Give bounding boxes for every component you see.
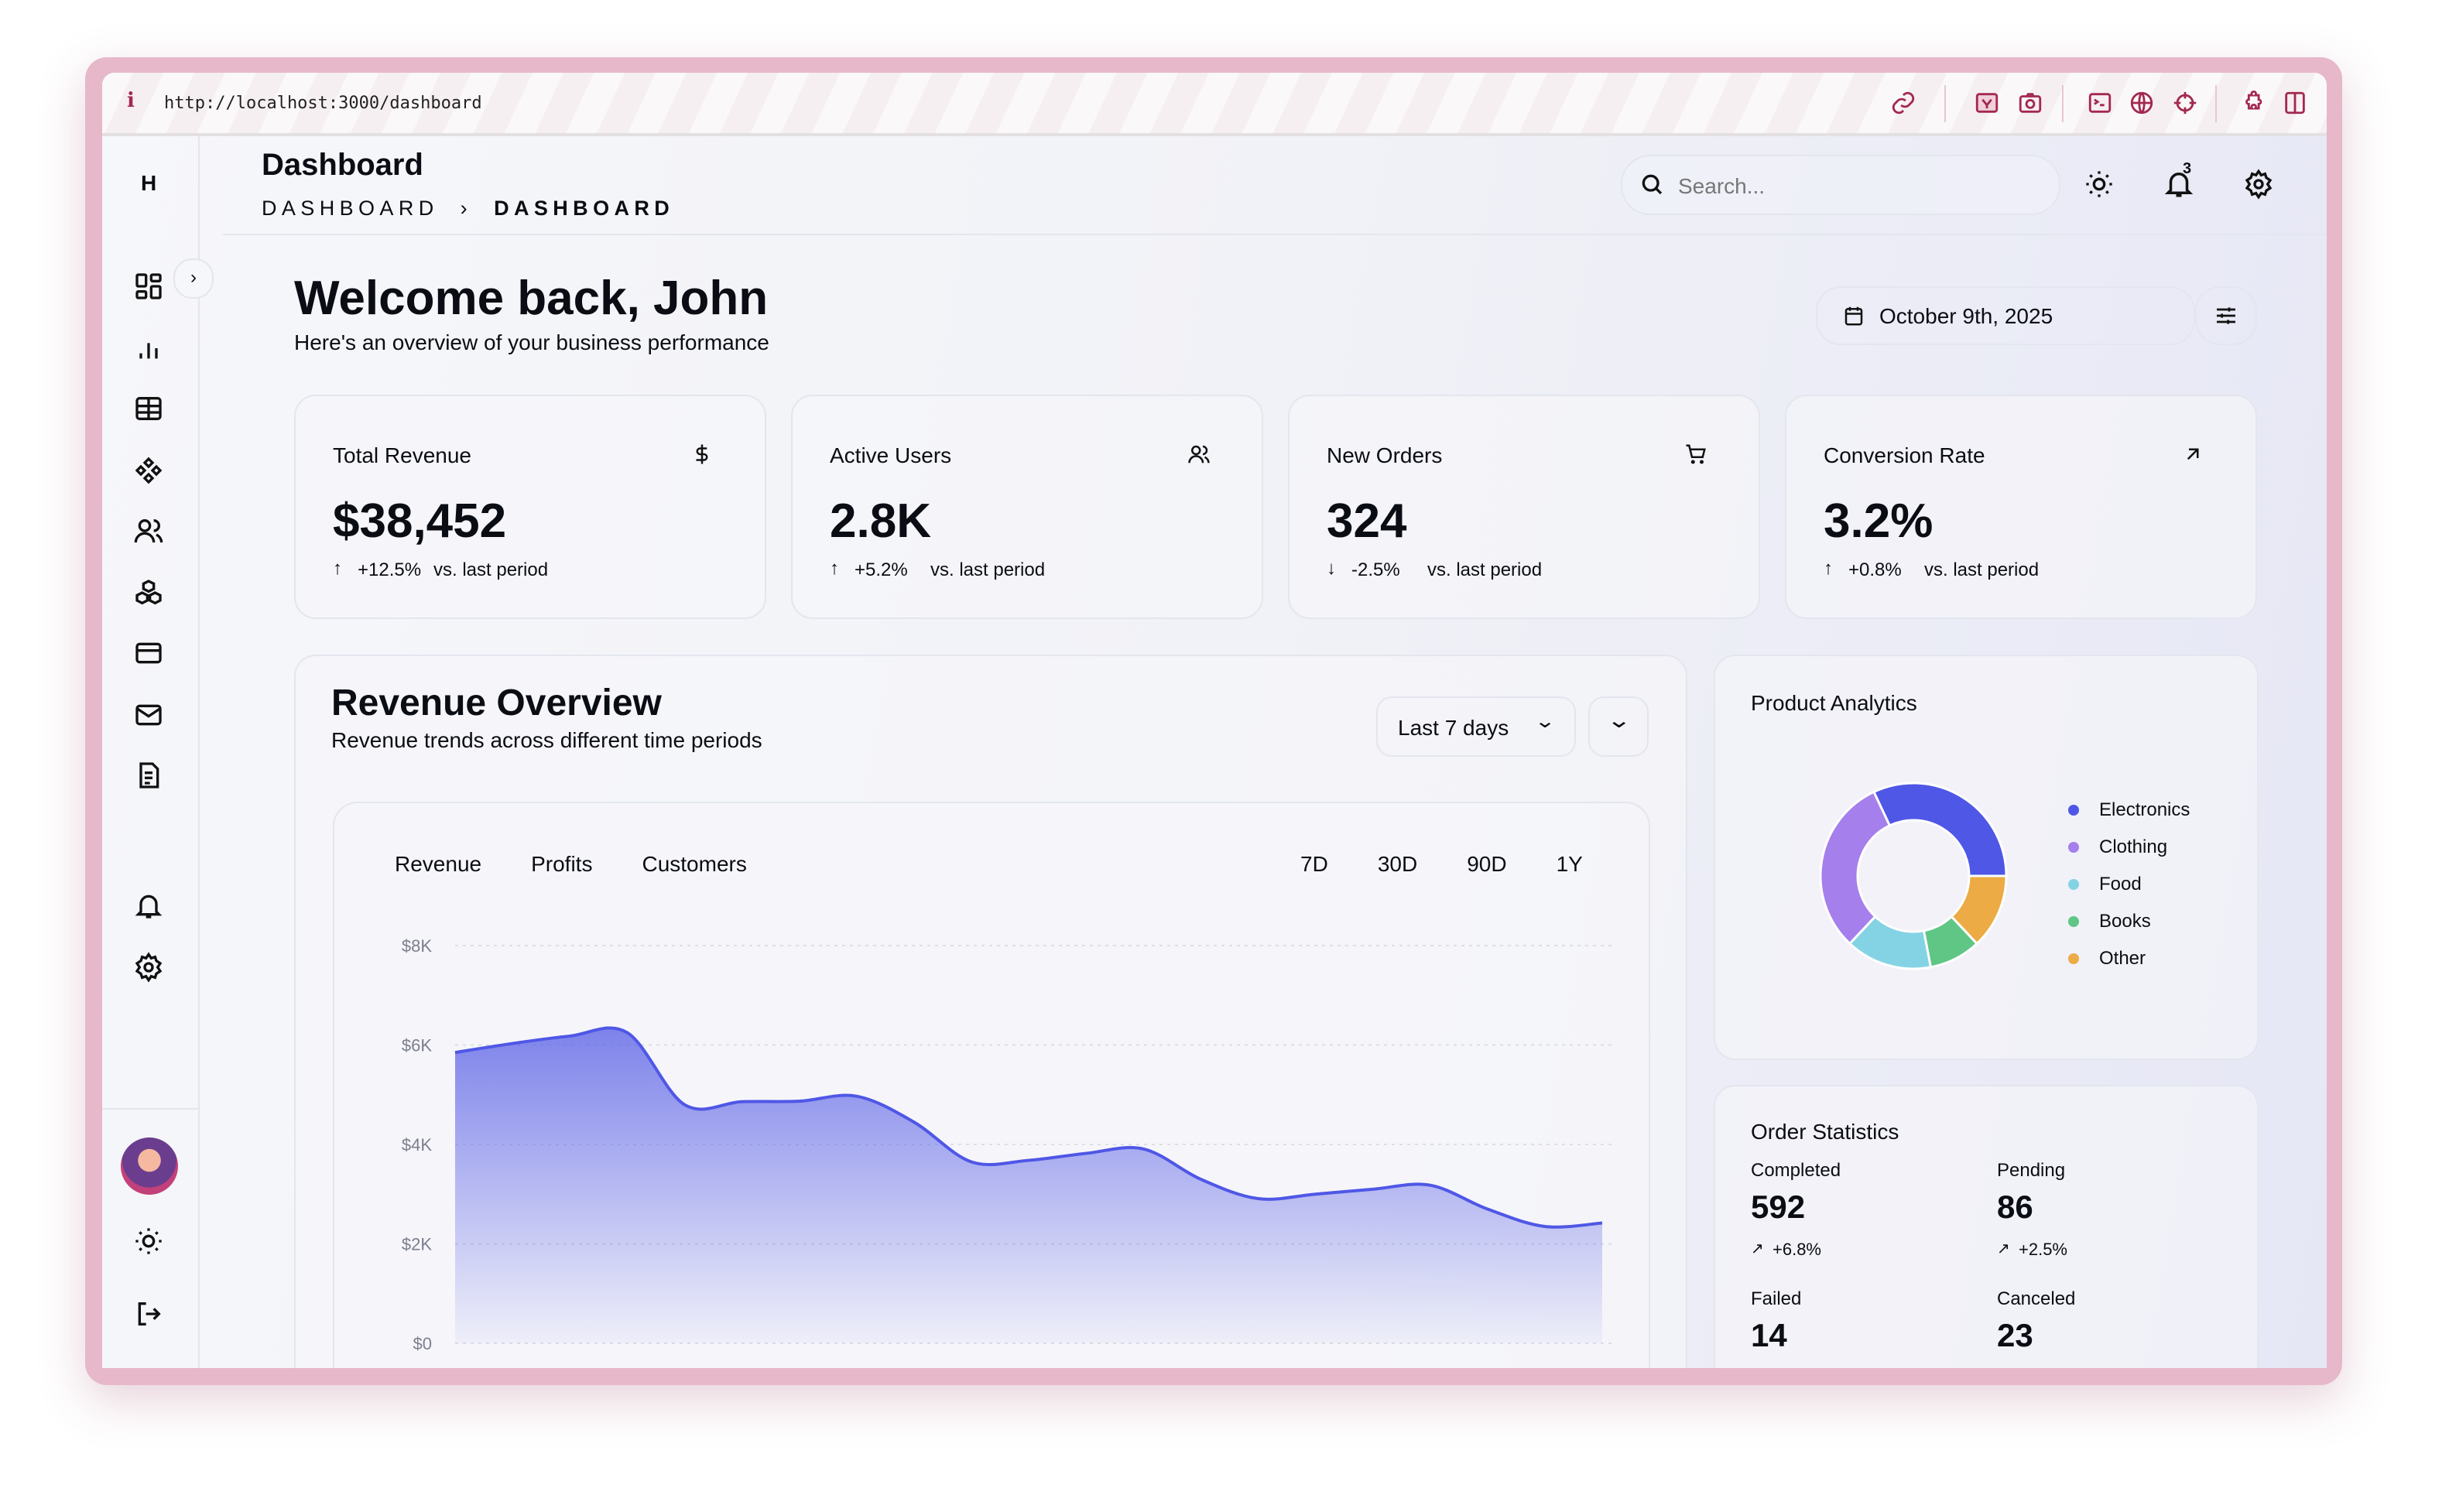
legend-label: Other (2099, 947, 2146, 969)
y-tick-label: $6K (402, 1036, 432, 1055)
y-tick-label: $4K (402, 1135, 432, 1155)
legend-item[interactable]: Books (2068, 902, 2190, 939)
order-stat-label: Failed (1751, 1288, 1802, 1309)
legend-item[interactable]: Food (2068, 865, 2190, 902)
y-tick-label: $0 (413, 1334, 432, 1353)
order-stat-label: Pending (1997, 1159, 2066, 1181)
legend-dot (2068, 841, 2079, 852)
legend-label: Electronics (2099, 799, 2190, 820)
order-statistics-title: Order Statistics (1751, 1119, 1899, 1144)
legend-label: Food (2099, 873, 2142, 895)
legend-dot (2068, 878, 2079, 889)
product-analytics-title: Product Analytics (1751, 690, 1917, 715)
product-donut-chart (1819, 782, 2008, 970)
order-stat-value: 592 (1751, 1190, 1806, 1226)
legend-item[interactable]: Other (2068, 939, 2190, 977)
legend-item[interactable]: Electronics (2068, 791, 2190, 828)
app-window: i http://localhost:3000/dashboard H › Da… (102, 73, 2327, 1368)
arrow-up-right-icon: ↗ (1751, 1241, 1764, 1258)
arrow-up-right-icon: ↗ (1997, 1241, 2010, 1258)
order-stat-change: +2.5% (2019, 1241, 2067, 1260)
legend-item[interactable]: Clothing (2068, 828, 2190, 865)
donut-slice-electronics[interactable] (1872, 782, 2008, 877)
legend-dot (2068, 915, 2079, 926)
legend-label: Books (2099, 910, 2151, 932)
order-stat-value: 14 (1751, 1319, 1787, 1354)
order-stat-label: Canceled (1997, 1288, 2076, 1309)
order-stat-change: +6.8% (1773, 1241, 1821, 1260)
y-tick-label: $2K (402, 1235, 432, 1254)
order-stat-value: 23 (1997, 1319, 2033, 1354)
order-stat-label: Completed (1751, 1159, 1841, 1181)
legend-label: Clothing (2099, 836, 2168, 857)
legend-dot (2068, 804, 2079, 815)
y-tick-label: $8K (402, 936, 432, 956)
legend-dot (2068, 953, 2079, 963)
donut-legend: Electronics Clothing Food Books Other (2068, 791, 2190, 977)
order-stat-value: 86 (1997, 1190, 2033, 1226)
